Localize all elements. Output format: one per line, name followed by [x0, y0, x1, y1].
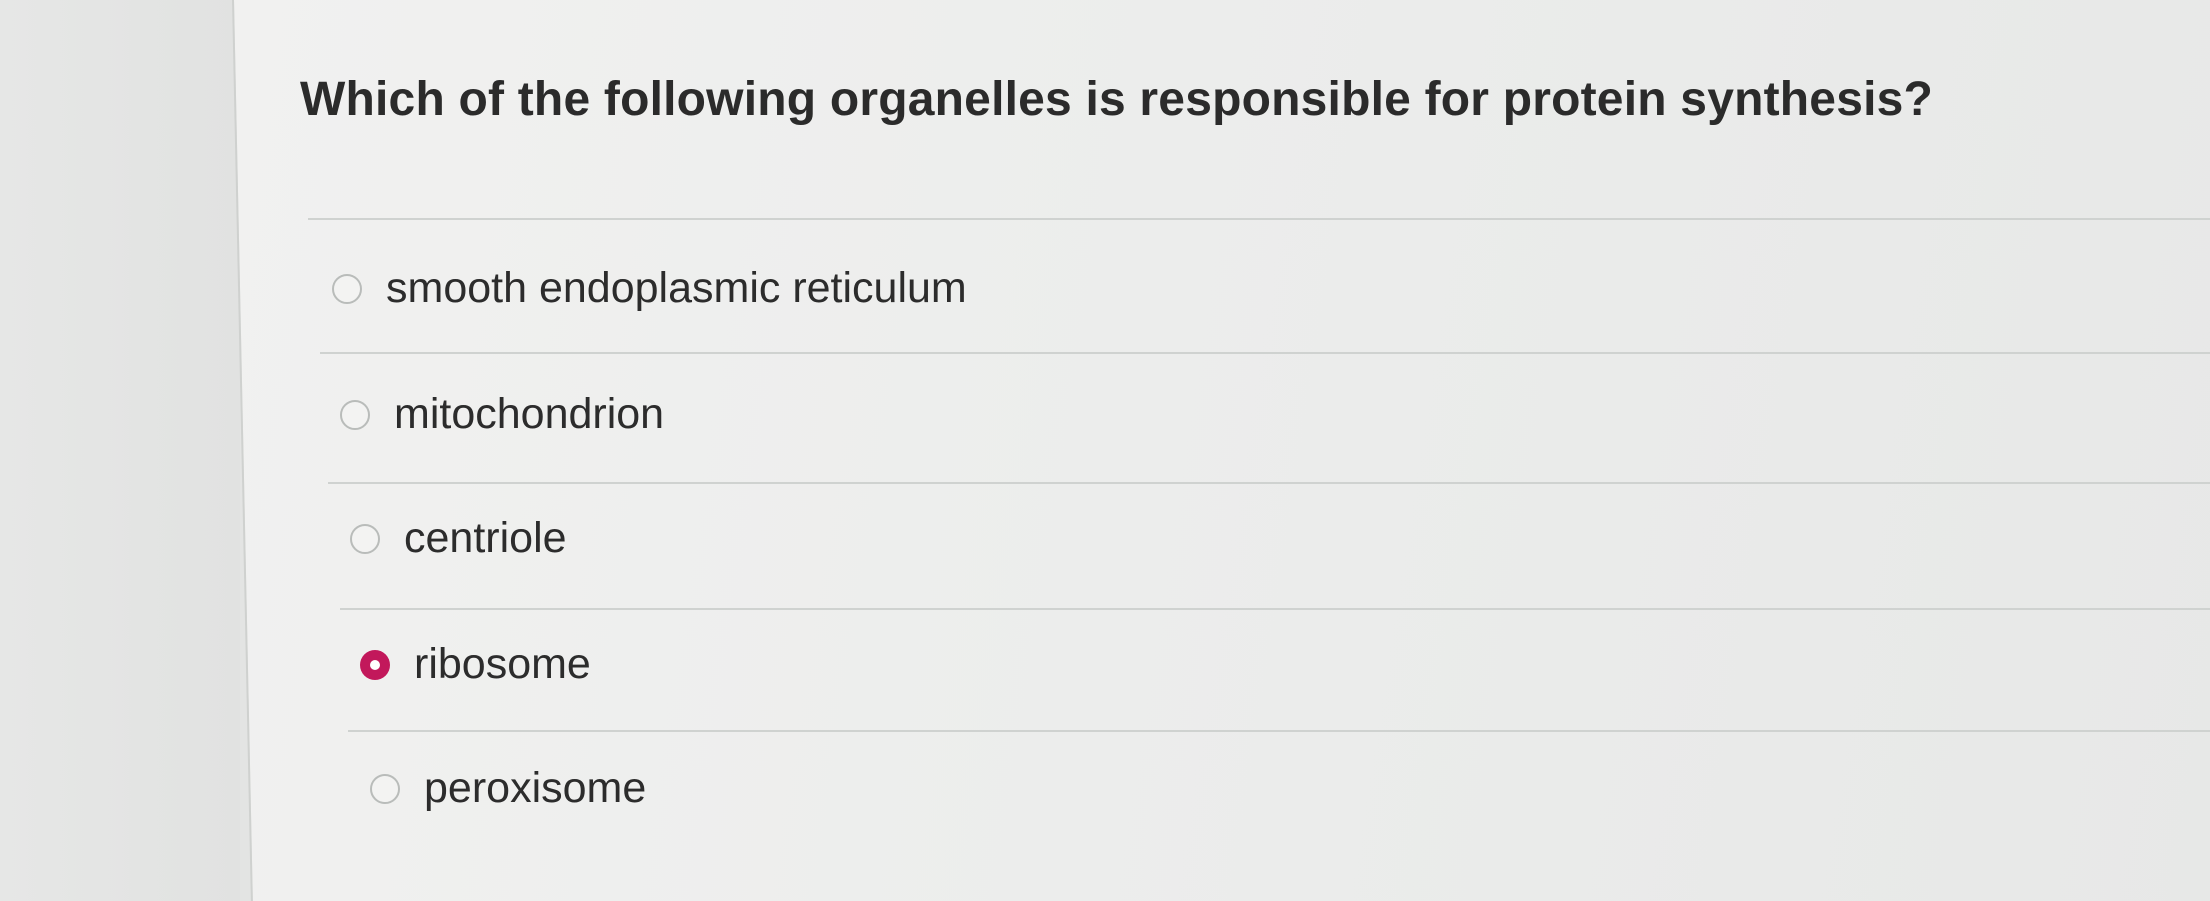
radio-button[interactable]	[340, 399, 370, 430]
option-divider	[328, 482, 2210, 484]
question-divider	[308, 218, 2210, 220]
option-mitochondrion[interactable]: mitochondrion	[340, 390, 664, 439]
option-centriole[interactable]: centriole	[350, 514, 567, 563]
option-label: centriole	[404, 514, 567, 562]
option-label: mitochondrion	[394, 390, 665, 438]
radio-button[interactable]	[350, 523, 380, 554]
option-divider	[340, 608, 2210, 610]
page-background-gutter	[0, 0, 240, 901]
option-divider	[348, 730, 2210, 732]
radio-button[interactable]	[370, 773, 400, 804]
radio-button-selected[interactable]	[360, 649, 390, 680]
option-label: ribosome	[414, 640, 591, 688]
option-smooth-endoplasmic-reticulum[interactable]: smooth endoplasmic reticulum	[332, 264, 967, 313]
option-ribosome[interactable]: ribosome	[360, 640, 591, 689]
option-label: smooth endoplasmic reticulum	[386, 264, 967, 312]
question-text: Which of the following organelles is res…	[300, 73, 1934, 126]
radio-button[interactable]	[332, 273, 362, 304]
option-divider	[320, 352, 2210, 354]
option-label: peroxisome	[424, 764, 647, 812]
option-peroxisome[interactable]: peroxisome	[370, 764, 646, 813]
